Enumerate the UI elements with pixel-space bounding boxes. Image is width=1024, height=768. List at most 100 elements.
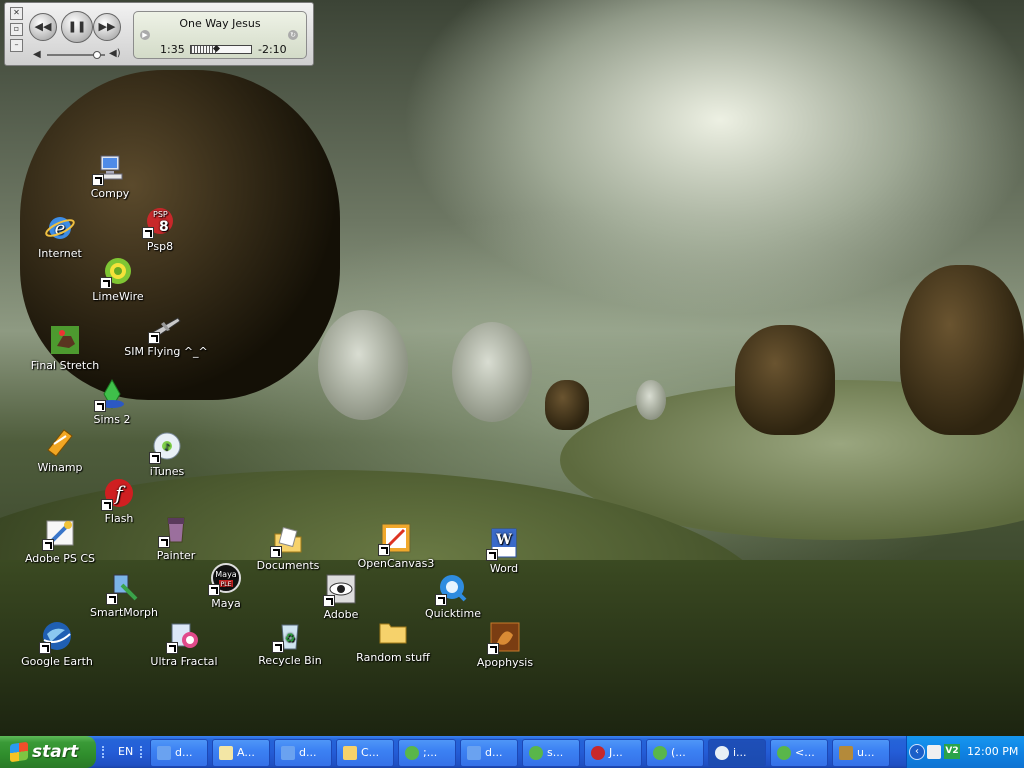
clock[interactable]: 12:00 PM <box>967 745 1018 758</box>
taskbar-button[interactable]: A... <box>212 739 270 767</box>
taskbar-button-active[interactable]: i... <box>708 739 766 767</box>
volume-high-icon: ◀) <box>109 48 121 59</box>
taskbar-button[interactable]: d... <box>460 739 518 767</box>
taskbar-button[interactable]: C... <box>336 739 394 767</box>
icon-label: SmartMorph <box>90 606 158 619</box>
taskbar-button[interactable]: J... <box>584 739 642 767</box>
desktop-icon-painter[interactable]: Painter <box>130 514 222 562</box>
desktop-icon-final-stretch[interactable]: Final Stretch <box>19 324 111 372</box>
desktop-icon-opencanvas3[interactable]: OpenCanvas3 <box>350 522 442 570</box>
desktop-icon-smartmorph[interactable]: SmartMorph <box>78 571 170 619</box>
repeat-icon[interactable]: ↻ <box>288 30 298 40</box>
desktop-icon-compy[interactable]: Compy <box>64 152 156 200</box>
taskbar-button[interactable]: (... <box>646 739 704 767</box>
icon-label: Painter <box>156 549 196 562</box>
svg-text:W: W <box>495 532 512 548</box>
close-icon[interactable]: ✕ <box>10 7 23 20</box>
msn-icon <box>777 746 791 760</box>
desktop-icon-random-stuff[interactable]: Random stuff <box>347 616 439 664</box>
volume-slider-knob[interactable] <box>93 51 102 59</box>
ie-page-icon <box>281 746 295 760</box>
icon-label: Apophysis <box>476 656 534 669</box>
desktop-icon-internet[interactable]: e Internet <box>14 212 106 260</box>
svg-text:PSP: PSP <box>153 210 168 219</box>
desktop-icon-sim-flying[interactable]: SIM Flying ^_^ <box>120 310 212 358</box>
psp8-icon <box>591 746 605 760</box>
play-state-icon: ▶ <box>140 30 150 40</box>
icon-label: Random stuff <box>356 651 430 664</box>
start-label: start <box>32 742 79 762</box>
track-title: One Way Jesus <box>179 17 261 30</box>
desktop-icon-documents[interactable]: Documents <box>242 524 334 572</box>
icon-label: Ultra Fractal <box>150 655 218 668</box>
desktop-icon-google-earth[interactable]: Google Earth <box>11 620 103 668</box>
time-remaining: -2:10 <box>258 43 287 56</box>
next-button[interactable]: ▶▶ <box>93 13 121 41</box>
taskbar-grip[interactable] <box>102 746 114 758</box>
msn-icon <box>529 746 543 760</box>
desktop-icon-ultra-fractal[interactable]: Ultra Fractal <box>138 620 230 668</box>
taskbar-button[interactable]: d... <box>274 739 332 767</box>
taskbar-button[interactable]: u... <box>832 739 890 767</box>
icon-label: OpenCanvas3 <box>357 557 435 570</box>
previous-button[interactable]: ◀◀ <box>29 13 57 41</box>
icon-label: Sims 2 <box>93 413 131 426</box>
desktop-icon-sims-2[interactable]: Sims 2 <box>66 378 158 426</box>
taskbar-button[interactable]: d... <box>150 739 208 767</box>
start-button[interactable]: start <box>0 736 96 768</box>
msn-icon <box>405 746 419 760</box>
itunes-icon <box>715 746 729 760</box>
show-hidden-icons-button[interactable]: ‹ <box>909 744 925 760</box>
desktop-icon-word[interactable]: W Word <box>458 527 550 575</box>
desktop-icon-apophysis[interactable]: Apophysis <box>459 621 551 669</box>
svg-text:8: 8 <box>159 219 169 235</box>
svg-text:Maya: Maya <box>215 570 237 579</box>
now-playing-display: One Way Jesus ▶ ↻ 1:35 -2:10 <box>133 11 307 59</box>
taskbar: start EN d... A... d... C... ;... d... s… <box>0 736 1024 768</box>
desktop-icon-adobe-ps-cs[interactable]: Adobe PS CS <box>14 517 106 565</box>
svg-text:♻: ♻ <box>285 631 296 645</box>
volume-slider[interactable] <box>47 51 105 59</box>
desktop-icon-adobe[interactable]: Adobe <box>295 573 387 621</box>
language-indicator[interactable]: EN <box>118 745 133 758</box>
tray-v2-icon[interactable]: V2 <box>944 744 960 759</box>
desktop-icon-winamp[interactable]: Winamp <box>14 426 106 474</box>
progress-fill <box>191 46 217 53</box>
pause-button[interactable]: ❚❚ <box>61 11 93 43</box>
ie-page-icon <box>157 746 171 760</box>
progress-bar[interactable] <box>190 44 252 54</box>
icon-label: Recycle Bin <box>258 654 322 667</box>
icon-label: Quicktime <box>425 607 481 620</box>
desktop-icon-limewire[interactable]: LimeWire <box>72 255 164 303</box>
icon-label: Google Earth <box>21 655 93 668</box>
taskbar-button[interactable]: ;... <box>398 739 456 767</box>
svg-text:♪: ♪ <box>164 443 170 453</box>
desktop-icon-quicktime[interactable]: Quicktime <box>407 572 499 620</box>
volume-low-icon: ◀ <box>33 49 41 60</box>
taskbar-grip[interactable] <box>140 746 144 758</box>
minimize-icon[interactable]: – <box>10 39 23 52</box>
taskbar-button[interactable]: s... <box>522 739 580 767</box>
restore-icon[interactable]: ▫ <box>10 23 23 36</box>
system-tray: ‹ V2 12:00 PM <box>906 736 1024 768</box>
icon-label: Documents <box>256 559 320 572</box>
tray-app-icon[interactable] <box>927 745 941 759</box>
icon-label: SIM Flying ^_^ <box>124 345 208 358</box>
notepad-icon <box>219 746 233 760</box>
icon-label: LimeWire <box>92 290 144 303</box>
ie-page-icon <box>467 746 481 760</box>
svg-text:PLE: PLE <box>221 581 232 588</box>
desktop-icon-recycle-bin[interactable]: ♻ Recycle Bin <box>244 619 336 667</box>
msn-icon <box>653 746 667 760</box>
desktop-icon-itunes[interactable]: ♪ iTunes <box>121 430 213 478</box>
icon-label: Compy <box>90 187 130 200</box>
icon-label: Final Stretch <box>30 359 100 372</box>
windows-logo-icon <box>10 741 28 763</box>
icon-label: Adobe PS CS <box>24 552 96 565</box>
app-icon <box>839 746 853 760</box>
desktop-icon-psp8[interactable]: PSP 8 Psp8 <box>114 205 206 253</box>
icon-label: Winamp <box>37 461 83 474</box>
media-player-mini: ✕ ▫ – ◀◀ ❚❚ ▶▶ ◀ ◀) One Way Jesus ▶ ↻ 1:… <box>4 2 314 66</box>
taskbar-button[interactable]: <... <box>770 739 828 767</box>
icon-label: Maya <box>211 597 241 610</box>
